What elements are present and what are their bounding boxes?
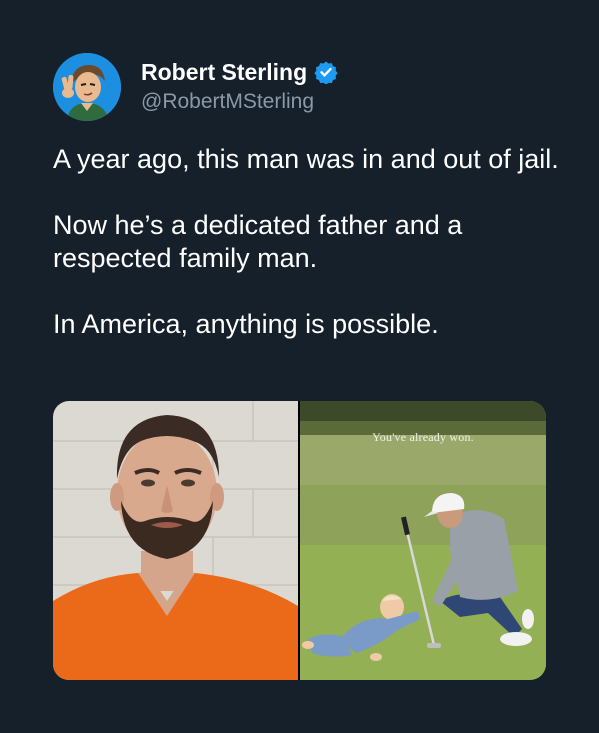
media-image-mugshot[interactable] [53,401,298,680]
author-names: Robert Sterling @RobertMSterling [141,58,338,116]
author-handle[interactable]: @RobertMSterling [141,88,338,116]
tweet-card: Robert Sterling @RobertMSterling A year … [0,0,599,733]
tweet-media: You've already won. [53,401,546,680]
author-display-name[interactable]: Robert Sterling [141,58,307,86]
tweet-paragraph: In America, anything is possible. [53,309,439,339]
cartoon-avatar-icon[interactable] [53,53,121,121]
verified-badge-icon [314,60,338,85]
tweet-paragraph: A year ago, this man was in and out of j… [53,144,559,174]
tweet-header: Robert Sterling @RobertMSterling [53,53,338,121]
media-caption: You've already won. [372,430,474,444]
name-row: Robert Sterling [141,58,338,86]
media-image-golf[interactable]: You've already won. [300,401,546,680]
tweet-paragraph: Now he’s a dedicated father and a respec… [53,210,463,273]
tweet-text: A year ago, this man was in and out of j… [53,143,563,341]
